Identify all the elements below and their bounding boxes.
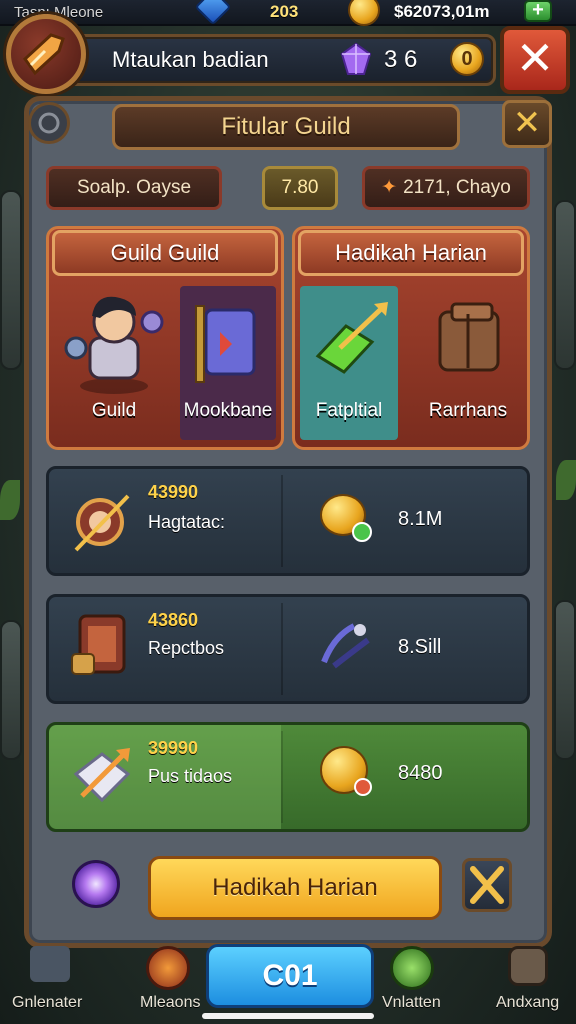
nav-item-andxang[interactable]: Andxang: [490, 940, 574, 1016]
hero-icon: [64, 296, 164, 394]
nav-item-gnlenater[interactable]: Gnlenater: [10, 940, 90, 1016]
fatpltial-tile[interactable]: Fatpltial: [300, 286, 398, 440]
claim-daily-gift-button[interactable]: Hadikah Harian: [148, 856, 442, 920]
claw-icon: [321, 623, 370, 669]
arrow-gem-icon: [315, 302, 388, 374]
reward-value: 8.1M: [398, 508, 443, 530]
background-leaf: [0, 480, 20, 520]
stat-center: 7.80: [262, 166, 338, 210]
badge-coin: 0: [450, 42, 484, 76]
reward-name: Pus tidaos: [148, 766, 233, 786]
reward-name: Repctbos: [148, 638, 225, 658]
bow-icon: [74, 494, 130, 552]
background-rock: [0, 620, 22, 760]
gem-count: 3 6: [384, 46, 418, 73]
stat-right-label: 2171, Chayo: [403, 177, 511, 198]
cross-swords-icon: [470, 866, 504, 904]
mookbane-tile[interactable]: Mookbane: [180, 286, 276, 440]
fire-emblem-icon: [146, 946, 190, 990]
row-divider: [281, 475, 283, 567]
mookbane-tile-label: Mookbane: [183, 400, 273, 421]
nav-label: Andxang: [496, 994, 560, 1011]
orange-badge: [354, 778, 372, 796]
player-avatar[interactable]: [6, 14, 86, 94]
sword-emblem-icon: [23, 33, 65, 76]
nav-item-mleaons[interactable]: Mleaons: [132, 940, 212, 1016]
reward-number: 39990: [148, 738, 199, 758]
gold-counter: $62073,01m: [394, 2, 490, 21]
guild-card-header: Guild Guild: [52, 230, 278, 276]
reward-value: 8480: [398, 762, 443, 784]
add-currency-button[interactable]: +: [524, 0, 552, 22]
stat-right: ✦ 2171, Chayo: [362, 166, 530, 210]
green-plus-badge: [352, 522, 372, 542]
nav-label: Mleaons: [140, 994, 201, 1011]
reward-name: Hagtatac:: [148, 512, 226, 532]
chest-icon: [438, 302, 500, 372]
treasure-chest-icon: [71, 614, 126, 675]
menu-button[interactable]: [28, 102, 70, 144]
row-divider: [281, 603, 283, 695]
background-rock: [0, 190, 22, 370]
background-rock: [554, 600, 576, 760]
purple-gem-icon: [338, 42, 374, 78]
reward-number: 43990: [148, 482, 199, 502]
pouch-icon: [508, 946, 548, 986]
row-divider: [281, 731, 283, 823]
panel-title-plate: Fitular Guild: [112, 104, 460, 150]
fatpltial-tile-label: Fatpltial: [315, 400, 383, 421]
player-name: Mtaukan badian: [112, 47, 269, 72]
hammer-icon: [30, 946, 70, 982]
daily-gift-card-header: Hadikah Harian: [298, 230, 524, 276]
home-indicator: [202, 1013, 374, 1019]
rarrhans-tile-label: Rarrhans: [428, 400, 508, 421]
background-leaf: [556, 460, 576, 500]
portal-button[interactable]: [72, 860, 120, 908]
spiral-icon: [38, 112, 60, 134]
panel-close-button[interactable]: ✕: [502, 100, 552, 148]
panel-title: Fitular Guild: [221, 113, 351, 140]
guild-tile[interactable]: Guild: [56, 286, 172, 440]
nav-item-vnlatten[interactable]: Vnlatten: [378, 940, 458, 1016]
close-button[interactable]: ✕: [500, 26, 570, 94]
green-orb-icon: [390, 946, 434, 990]
nav-label: Vnlatten: [382, 994, 441, 1011]
book-icon: [195, 305, 256, 383]
stat-left: Soalp. Oayse: [46, 166, 222, 210]
settings-x-button[interactable]: [462, 858, 512, 912]
gems-counter: 203: [270, 2, 299, 21]
rarrhans-tile[interactable]: Rarrhans: [412, 286, 524, 440]
arrow-shield-icon: [73, 748, 131, 803]
guild-tile-label: Guild: [91, 400, 137, 421]
background-rock: [554, 200, 576, 370]
confirm-button[interactable]: C01: [206, 944, 374, 1008]
nav-label: Gnlenater: [12, 994, 83, 1011]
reward-value: 8.Sill: [398, 636, 442, 658]
flame-icon: ✦: [381, 177, 398, 198]
reward-number: 43860: [148, 610, 199, 630]
